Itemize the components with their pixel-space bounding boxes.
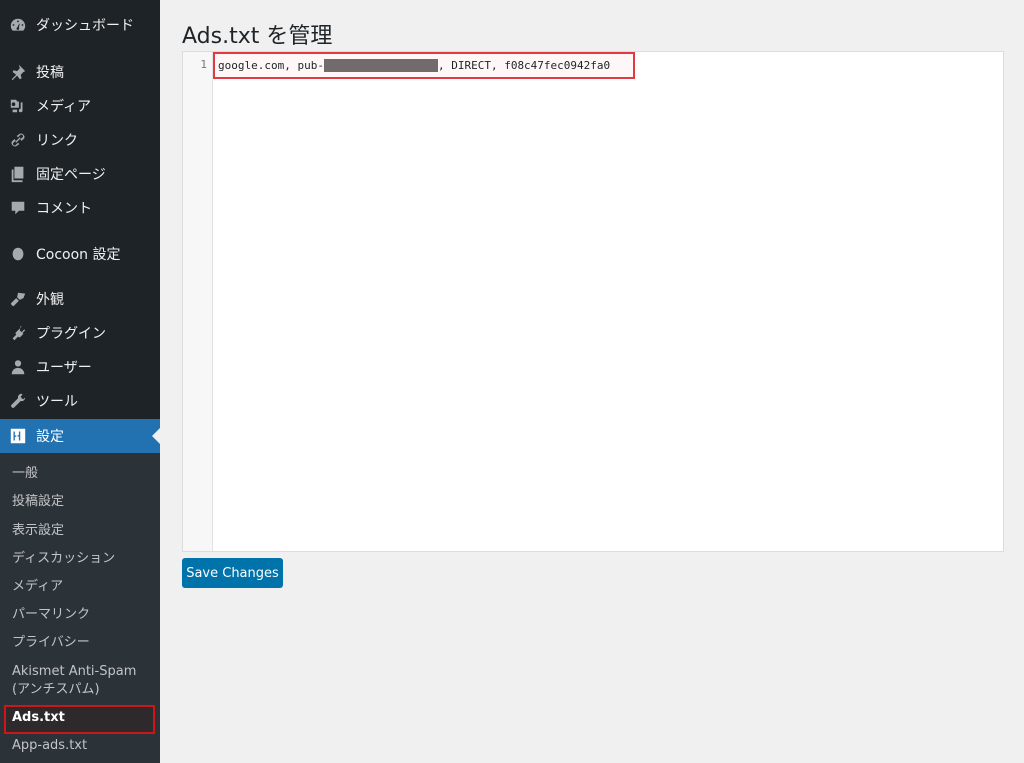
link-icon [0,131,36,149]
menu-label: ユーザー [36,360,92,376]
submenu-item-app-ads-txt[interactable]: App-ads.txt [12,737,157,755]
menu-label: プラグイン [36,326,106,342]
menu-item-users[interactable]: ユーザー [0,350,160,384]
submenu-item-discussion[interactable]: ディスカッション [12,550,157,568]
menu-item-comments[interactable]: コメント [0,191,160,225]
menu-label: ダッシュボード [36,18,134,34]
menu-label: 固定ページ [36,167,106,183]
submenu-item-general[interactable]: 一般 [12,465,157,483]
brush-icon [0,290,36,308]
line-number: 1 [200,58,207,71]
submenu-item-akismet[interactable]: Akismet Anti-Spam (アンチスパム) [12,663,157,699]
menu-label: 外観 [36,292,64,308]
menu-item-media[interactable]: メディア [0,89,160,123]
page-title: Ads.txt を管理 [182,24,333,49]
pin-icon [0,63,36,81]
menu-label: リンク [36,133,78,149]
plugin-icon [0,324,36,342]
submenu-item-writing[interactable]: 投稿設定 [12,493,157,511]
menu-label: 設定 [36,429,64,445]
menu-item-dashboard[interactable]: ダッシュボード [0,8,160,42]
menu-label: コメント [36,201,92,217]
admin-sidebar: ダッシュボード 投稿 メディア リンク 固定ページ コメント Cocoon 設定… [0,0,160,763]
media-icon [0,97,36,115]
menu-label: ツール [36,394,78,410]
menu-item-plugins[interactable]: プラグイン [0,316,160,350]
menu-label: 投稿 [36,65,64,81]
menu-item-appearance[interactable]: 外観 [0,282,160,316]
redacted-publisher-id [323,59,438,72]
code-line[interactable]: google.com, pub- , DIRECT, f08c47fec0942f… [213,52,635,79]
circle-icon [0,245,36,263]
submenu-item-reading[interactable]: 表示設定 [12,522,157,540]
menu-item-links[interactable]: リンク [0,123,160,157]
submenu-item-ads-txt[interactable]: Ads.txt [12,709,157,727]
menu-item-pages[interactable]: 固定ページ [0,157,160,191]
menu-item-posts[interactable]: 投稿 [0,55,160,89]
dashboard-icon [0,16,36,34]
ads-txt-editor[interactable]: 1 google.com, pub- , DIRECT, f08c47fec094… [182,51,1004,552]
menu-item-settings[interactable]: 設定 [0,419,160,453]
menu-label: Cocoon 設定 [36,247,121,263]
menu-item-cocoon[interactable]: Cocoon 設定 [0,237,160,271]
submenu-item-media[interactable]: メディア [12,578,157,596]
menu-item-tools[interactable]: ツール [0,384,160,418]
pages-icon [0,165,36,183]
code-prefix: google.com, pub- [218,59,324,72]
settings-icon [0,427,36,445]
active-indicator [152,428,160,444]
submenu-item-permalinks[interactable]: パーマリンク [12,606,157,624]
comment-icon [0,199,36,217]
submenu-item-privacy[interactable]: プライバシー [12,634,157,652]
wrench-icon [0,392,36,410]
code-suffix: , DIRECT, f08c47fec0942fa0 [437,59,611,72]
menu-label: メディア [36,99,92,115]
line-gutter: 1 [183,52,213,551]
user-icon [0,358,36,376]
save-changes-button[interactable]: Save Changes [182,558,283,588]
